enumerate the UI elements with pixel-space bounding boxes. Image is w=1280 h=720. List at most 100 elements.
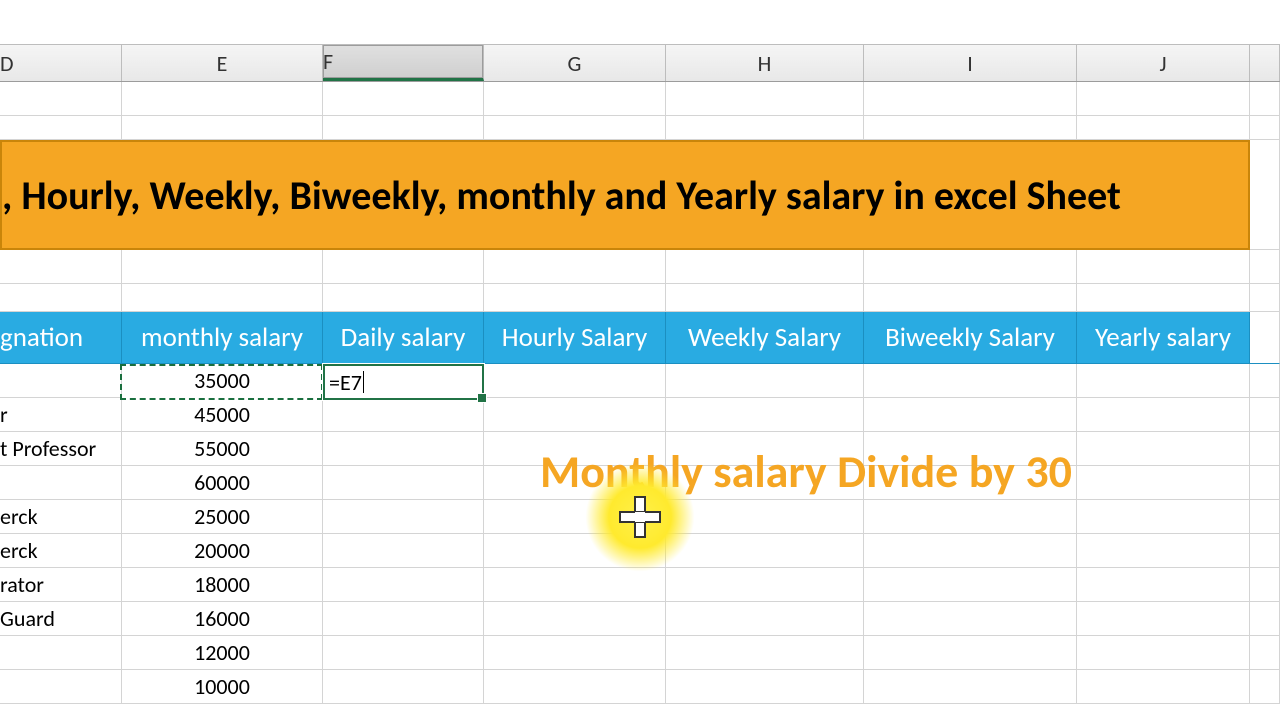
cell[interactable] (1250, 432, 1280, 466)
cell[interactable] (666, 82, 864, 116)
cell[interactable] (864, 82, 1077, 116)
cell[interactable] (666, 364, 864, 398)
cell[interactable] (864, 398, 1077, 432)
cell[interactable] (666, 568, 864, 602)
cell[interactable] (0, 364, 122, 398)
cell[interactable] (323, 432, 484, 466)
cell[interactable] (0, 670, 122, 704)
cell[interactable] (323, 82, 484, 116)
cell[interactable] (1077, 670, 1250, 704)
cell[interactable]: 45000 (122, 398, 323, 432)
cell[interactable] (1250, 312, 1280, 364)
cell[interactable]: rator (0, 568, 122, 602)
cell[interactable] (122, 116, 323, 140)
cell[interactable] (0, 466, 122, 500)
cell[interactable]: Guard (0, 602, 122, 636)
cell[interactable] (864, 500, 1077, 534)
cell[interactable] (323, 250, 484, 284)
cell[interactable] (864, 670, 1077, 704)
cell[interactable]: 20000 (122, 534, 323, 568)
cell[interactable] (1250, 250, 1280, 284)
cell[interactable] (666, 636, 864, 670)
cell[interactable] (1077, 82, 1250, 116)
cell[interactable]: 16000 (122, 602, 323, 636)
cell[interactable] (484, 568, 666, 602)
cell[interactable] (666, 250, 864, 284)
cell[interactable]: erck (0, 534, 122, 568)
cell[interactable] (484, 364, 666, 398)
cell[interactable] (323, 466, 484, 500)
column-header-F[interactable]: F (323, 45, 484, 81)
cell[interactable] (484, 116, 666, 140)
cell[interactable] (1250, 116, 1280, 140)
cell[interactable] (1077, 636, 1250, 670)
cell[interactable] (864, 534, 1077, 568)
cell[interactable] (0, 284, 122, 312)
cell[interactable] (1250, 466, 1280, 500)
cell[interactable]: 25000 (122, 500, 323, 534)
cell[interactable] (666, 500, 864, 534)
cell[interactable] (864, 116, 1077, 140)
cell[interactable]: 55000 (122, 432, 323, 466)
cell[interactable] (1250, 140, 1280, 250)
cell[interactable] (666, 670, 864, 704)
cell[interactable] (864, 602, 1077, 636)
cell[interactable] (484, 534, 666, 568)
cell[interactable] (1250, 284, 1280, 312)
cell[interactable]: 10000 (122, 670, 323, 704)
cell[interactable] (323, 284, 484, 312)
cell[interactable] (864, 636, 1077, 670)
cell[interactable] (0, 82, 122, 116)
cell[interactable] (666, 398, 864, 432)
cell[interactable] (1077, 250, 1250, 284)
cell[interactable] (484, 636, 666, 670)
cell[interactable] (1077, 116, 1250, 140)
cell[interactable] (1250, 602, 1280, 636)
cell[interactable] (1250, 636, 1280, 670)
cell[interactable]: 12000 (122, 636, 323, 670)
cell[interactable] (864, 284, 1077, 312)
cell[interactable] (1250, 670, 1280, 704)
header-designation[interactable]: gnation (0, 312, 122, 364)
cell[interactable] (323, 534, 484, 568)
cell[interactable]: r (0, 398, 122, 432)
cell[interactable] (323, 568, 484, 602)
cell[interactable] (484, 398, 666, 432)
column-header-J[interactable]: J (1077, 45, 1250, 81)
cell[interactable] (1077, 500, 1250, 534)
cell[interactable] (1250, 398, 1280, 432)
cell[interactable] (122, 250, 323, 284)
cell[interactable] (1077, 466, 1250, 500)
cell[interactable] (666, 602, 864, 636)
column-header-G[interactable]: G (484, 45, 666, 81)
column-header-E[interactable]: E (122, 45, 323, 81)
cell[interactable] (1250, 568, 1280, 602)
column-header-H[interactable]: H (666, 45, 864, 81)
column-header-I[interactable]: I (864, 45, 1077, 81)
cell[interactable] (323, 398, 484, 432)
cell[interactable] (484, 284, 666, 312)
cell[interactable] (484, 500, 666, 534)
cell[interactable] (323, 602, 484, 636)
cell[interactable] (1250, 364, 1280, 398)
header-weekly-salary[interactable]: Weekly Salary (666, 312, 864, 364)
cell[interactable] (864, 364, 1077, 398)
cell[interactable] (0, 636, 122, 670)
cell[interactable] (484, 250, 666, 284)
cell[interactable] (864, 568, 1077, 602)
column-header-K[interactable] (1250, 45, 1280, 81)
cell[interactable] (0, 250, 122, 284)
cell[interactable] (323, 500, 484, 534)
cell[interactable] (0, 116, 122, 140)
header-biweekly-salary[interactable]: Biweekly Salary (864, 312, 1077, 364)
cell[interactable]: 18000 (122, 568, 323, 602)
cell[interactable] (323, 116, 484, 140)
cell[interactable] (1250, 500, 1280, 534)
cell[interactable] (666, 116, 864, 140)
active-cell-editor[interactable]: =E7 (323, 364, 484, 400)
cell[interactable] (122, 284, 323, 312)
cell[interactable]: t Professor (0, 432, 122, 466)
cell[interactable]: erck (0, 500, 122, 534)
cell[interactable] (1077, 568, 1250, 602)
cell[interactable] (323, 636, 484, 670)
